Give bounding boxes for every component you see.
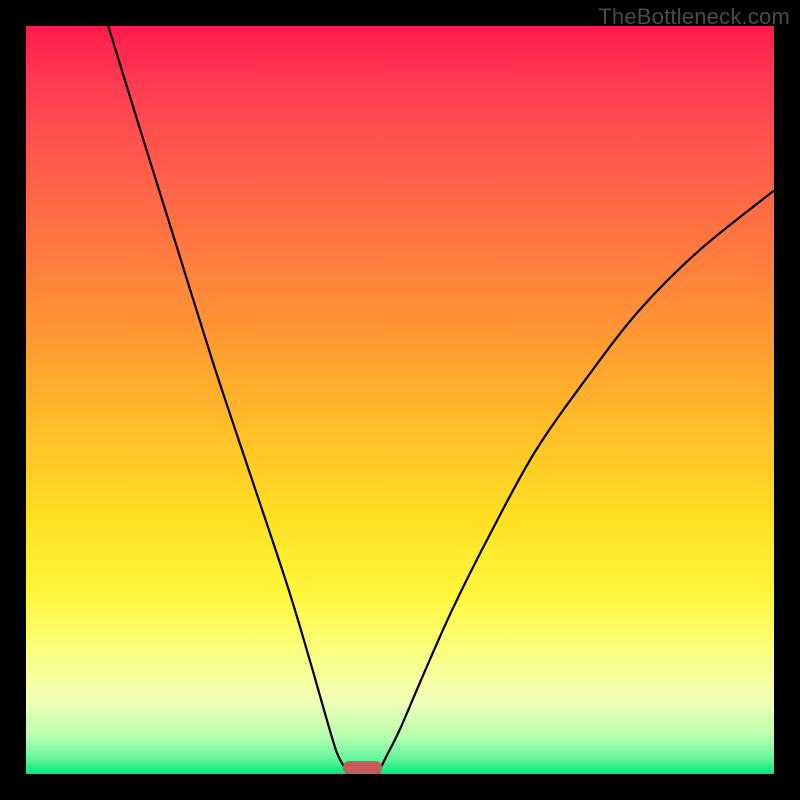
curve-layer [26,26,774,774]
bottleneck-marker [343,761,383,774]
chart-area [26,26,774,774]
watermark-text: TheBottleneck.com [598,4,790,30]
left-curve [108,26,347,774]
right-curve [378,191,774,774]
